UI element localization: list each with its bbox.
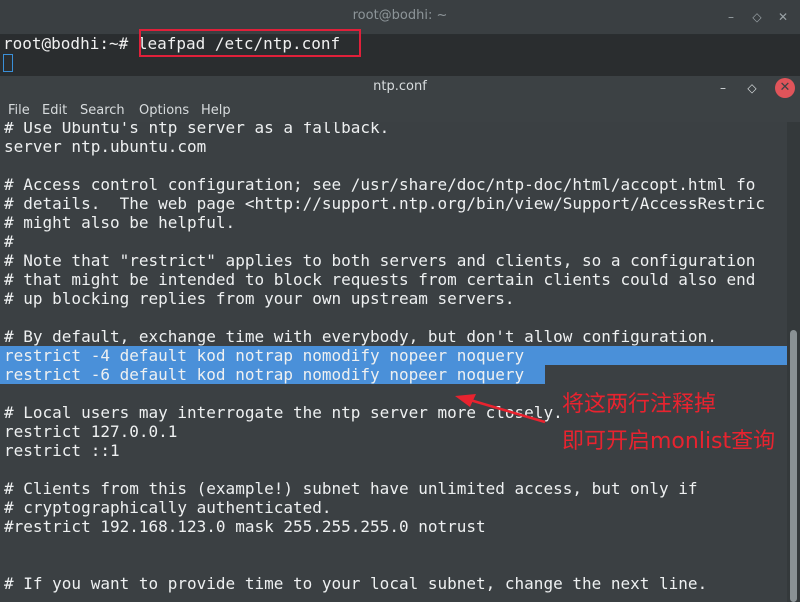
annotation-line-2: 即可开启monlist查询 <box>562 429 776 454</box>
annotation-arrow <box>455 394 546 424</box>
annotation-line-1: 将这两行注释掉 <box>562 392 717 417</box>
